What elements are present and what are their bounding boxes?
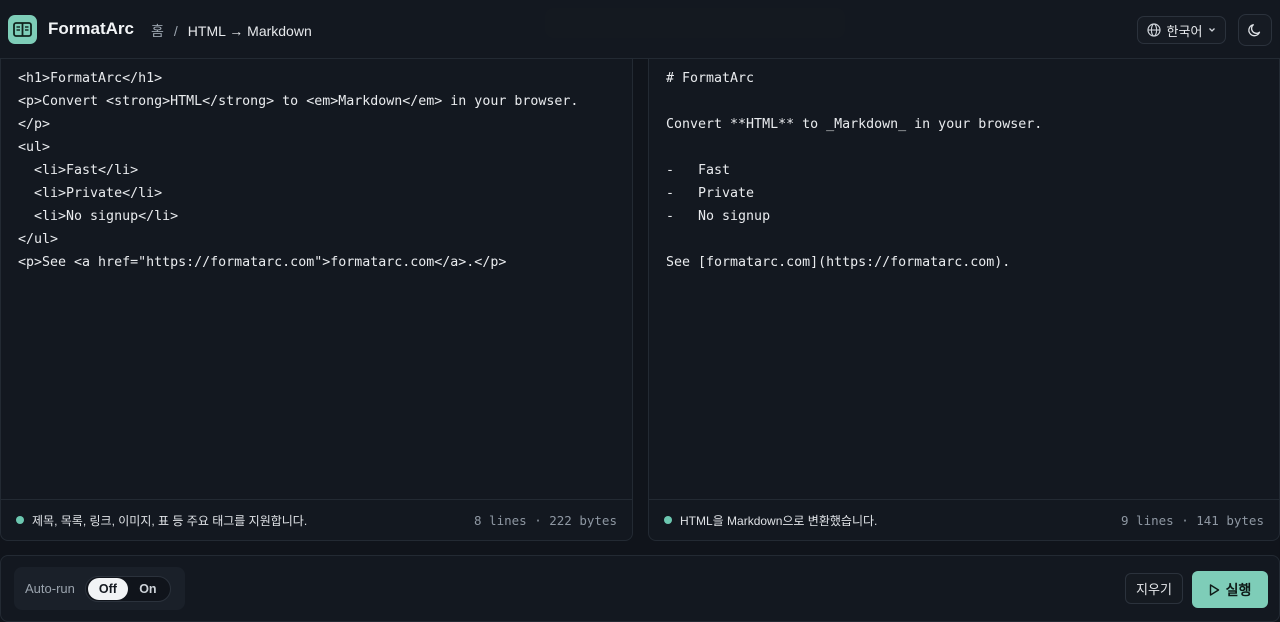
clear-button[interactable]: 지우기: [1125, 573, 1183, 604]
code-line: - Private: [666, 186, 755, 201]
code-line: # FormatArc: [666, 71, 755, 86]
breadcrumb-home[interactable]: 홈: [151, 21, 164, 41]
html-input-editor[interactable]: <h1>FormatArc</h1> <p>Convert <strong>HTM…: [18, 67, 622, 274]
theme-toggle-button[interactable]: [1238, 14, 1272, 46]
output-status-message: HTML을 Markdown으로 변환했습니다.: [680, 513, 878, 528]
code-line: See [formatarc.com](https://formatarc.co…: [666, 255, 1011, 270]
markdown-output-editor[interactable]: # FormatArc Convert **HTML** to _Markdow…: [666, 67, 1269, 274]
output-panel-footer: HTML을 Markdown으로 변환했습니다. 9 lines · 141 b…: [649, 499, 1279, 540]
moon-icon: [1248, 24, 1261, 37]
action-bar: Auto-run Off On 지우기 실행: [0, 555, 1280, 622]
app-title[interactable]: FormatArc: [48, 19, 134, 39]
autorun-on-option[interactable]: On: [128, 578, 168, 600]
chevron-down-icon: [1209, 28, 1216, 32]
app-logo-icon[interactable]: [8, 15, 37, 44]
autorun-label: Auto-run: [25, 581, 75, 596]
input-stats: 8 lines · 222 bytes: [474, 512, 617, 528]
markdown-output-panel: # FormatArc Convert **HTML** to _Markdow…: [648, 59, 1280, 541]
code-line: <li>Private</li>: [18, 186, 163, 201]
globe-icon: [1146, 23, 1161, 37]
code-line: <p>See <a href="https://formatarc.com">f…: [18, 255, 507, 270]
code-line: - Fast: [666, 163, 731, 178]
language-selector[interactable]: 한국어: [1137, 16, 1226, 44]
language-label: 한국어: [1166, 23, 1203, 39]
run-label: 실행: [1225, 581, 1252, 598]
breadcrumb: 홈 / HTML → Markdown: [151, 21, 312, 41]
autorun-control: Auto-run Off On: [14, 567, 185, 610]
code-line: - No signup: [666, 209, 771, 224]
status-dot-icon: [16, 516, 24, 524]
breadcrumb-separator: /: [173, 23, 178, 39]
output-stats: 9 lines · 141 bytes: [1121, 512, 1264, 528]
input-status-message: 제목, 목록, 링크, 이미지, 표 등 주요 태그를 지원합니다.: [32, 513, 308, 528]
play-icon: [1209, 583, 1219, 596]
code-line: <li>Fast</li>: [18, 163, 139, 178]
status-dot-icon: [664, 516, 672, 524]
top-header: FormatArc 홈 / HTML → Markdown 한국어: [0, 0, 1280, 59]
code-line: <h1>FormatArc</h1>: [18, 71, 163, 86]
run-button[interactable]: 실행: [1192, 571, 1268, 608]
code-line: <p>Convert <strong>HTML</strong> to <em>…: [18, 94, 579, 109]
code-line: </p>: [18, 117, 51, 132]
header-decoration: [545, 8, 845, 38]
autorun-toggle[interactable]: Off On: [84, 575, 171, 602]
code-line: <li>No signup</li>: [18, 209, 179, 224]
code-line: <ul>: [18, 140, 51, 155]
breadcrumb-current: HTML → Markdown: [187, 23, 312, 39]
html-input-panel: <h1>FormatArc</h1> <p>Convert <strong>HTM…: [0, 59, 633, 541]
code-line: Convert **HTML** to _Markdown_ in your b…: [666, 117, 1043, 132]
code-line: </ul>: [18, 232, 59, 247]
autorun-off-option[interactable]: Off: [87, 577, 128, 600]
input-panel-footer: 제목, 목록, 링크, 이미지, 표 등 주요 태그를 지원합니다. 8 lin…: [1, 499, 632, 540]
